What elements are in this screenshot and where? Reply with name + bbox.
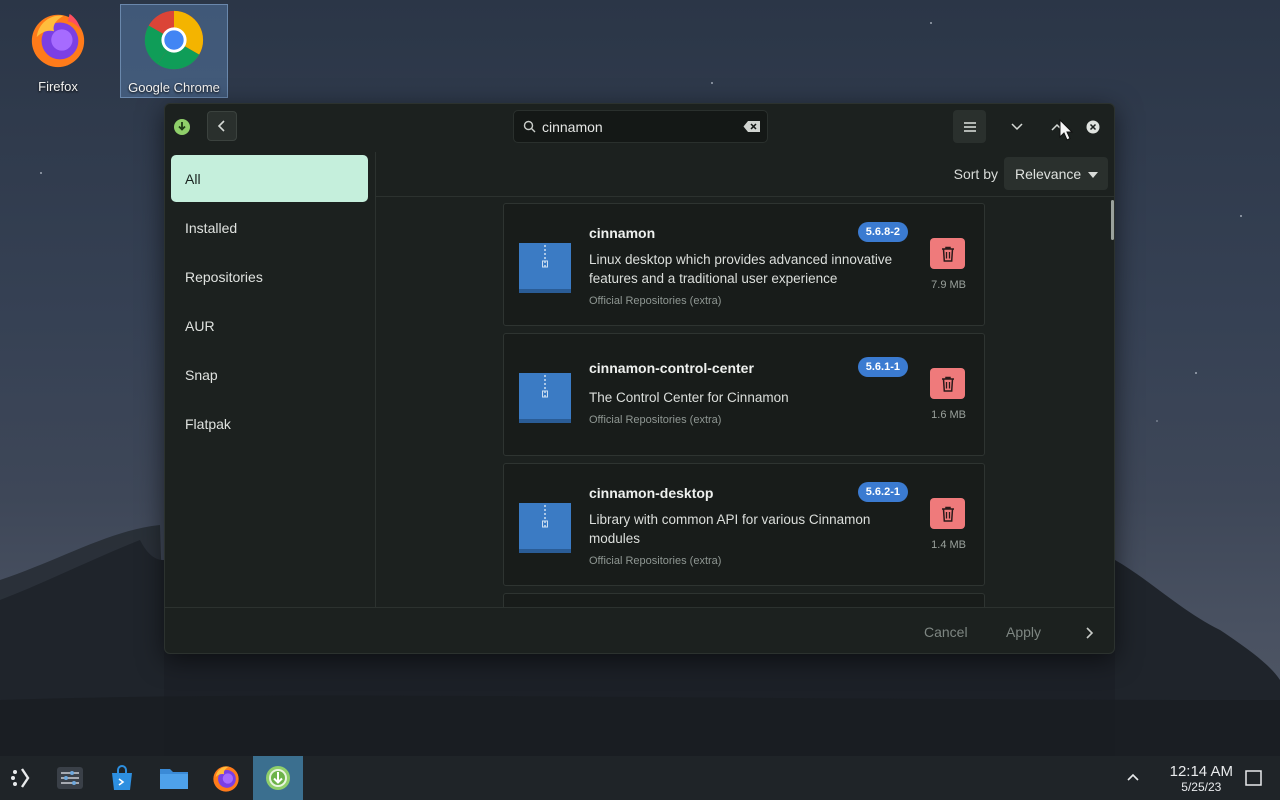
hamburger-menu-button[interactable]: [953, 110, 986, 143]
scrollbar[interactable]: [1111, 200, 1114, 240]
clock[interactable]: 12:14 AM 5/25/23: [1169, 763, 1233, 795]
version-badge: 5.6.1-1: [857, 357, 908, 377]
package-description: Library with common API for various Cinn…: [589, 512, 871, 546]
chevron-left-icon: [217, 120, 225, 132]
sort-value: Relevance: [1015, 166, 1082, 182]
desktop-icon-label: Google Chrome: [128, 80, 220, 95]
package-repo: Official Repositories (extra): [589, 414, 722, 426]
search-input[interactable]: [542, 117, 732, 137]
package-card[interactable]: cinnamon 5.6.8-2 Linux desktop which pro…: [503, 203, 985, 326]
archive-package-icon: [519, 373, 571, 423]
apply-button[interactable]: Apply: [1006, 624, 1041, 640]
mouse-cursor-icon: [1059, 118, 1074, 141]
version-badge: 5.6.2-1: [857, 482, 908, 502]
sidebar-item-label: Flatpak: [185, 416, 231, 432]
sidebar-item-repositories[interactable]: Repositories: [171, 253, 368, 300]
sidebar-item-all[interactable]: All: [171, 155, 368, 202]
taskbar: 12:14 AM 5/25/23: [0, 756, 1280, 800]
app-download-icon: [174, 119, 190, 135]
package-manager-window: All Installed Repositories AUR Snap Flat…: [164, 103, 1115, 654]
trash-icon: [941, 376, 954, 392]
close-button[interactable]: [1083, 117, 1103, 137]
version-badge: 5.6.8-2: [857, 222, 908, 242]
firefox-icon: [31, 13, 85, 68]
clock-date: 5/25/23: [1181, 780, 1222, 794]
package-card[interactable]: [503, 593, 985, 607]
desktop-icon-label: Firefox: [38, 79, 78, 94]
chrome-icon: [144, 10, 204, 70]
sidebar-item-label: All: [185, 171, 201, 187]
sidebar-item-installed[interactable]: Installed: [171, 204, 368, 251]
search-box: [513, 110, 768, 143]
titlebar: [165, 104, 1114, 152]
sidebar-item-label: Installed: [185, 220, 238, 236]
clear-search-icon[interactable]: [743, 120, 761, 133]
sidebar-item-aur[interactable]: AUR: [171, 302, 368, 349]
package-card[interactable]: cinnamon-desktop 5.6.2-1 Library with co…: [503, 463, 985, 586]
cancel-button[interactable]: Cancel: [924, 624, 968, 640]
package-repo: Official Repositories (extra): [589, 555, 722, 567]
desktop-icon-chrome[interactable]: Google Chrome: [120, 4, 228, 98]
action-footer: Cancel Apply: [165, 607, 1114, 653]
sidebar-item-flatpak[interactable]: Flatpak: [171, 400, 368, 447]
remove-button[interactable]: [930, 238, 965, 269]
taskbar-package-manager-button[interactable]: [253, 756, 303, 800]
desktop-icon-firefox[interactable]: Firefox: [4, 4, 112, 98]
hamburger-icon: [963, 121, 976, 132]
sidebar-item-label: AUR: [185, 318, 215, 334]
package-description: Linux desktop which provides advanced in…: [589, 252, 893, 286]
shopping-bag-icon: [112, 765, 132, 790]
package-name: cinnamon-desktop: [589, 485, 714, 501]
tray-expand-icon[interactable]: [1126, 772, 1140, 782]
sidebar: All Installed Repositories AUR Snap Flat…: [165, 152, 376, 607]
sort-label: Sort by: [953, 166, 998, 182]
archive-package-icon: [519, 243, 571, 293]
sidebar-item-snap[interactable]: Snap: [171, 351, 368, 398]
taskbar-firefox-button[interactable]: [206, 760, 246, 796]
firefox-icon: [213, 766, 239, 792]
package-description: The Control Center for Cinnamon: [589, 390, 789, 405]
taskbar-settings-button[interactable]: [50, 760, 90, 796]
app-launcher-button[interactable]: [2, 760, 42, 796]
sidebar-item-label: Snap: [185, 367, 218, 383]
archive-package-icon: [519, 503, 571, 553]
sliders-icon: [57, 767, 83, 789]
sort-bar: Sort by Relevance: [375, 152, 1114, 197]
show-desktop-icon[interactable]: [1245, 770, 1262, 786]
package-name: cinnamon-control-center: [589, 360, 754, 376]
package-name: cinnamon: [589, 225, 656, 241]
package-card[interactable]: cinnamon-control-center 5.6.1-1 The Cont…: [503, 333, 985, 456]
folder-icon: [160, 769, 188, 789]
package-list: cinnamon 5.6.8-2 Linux desktop which pro…: [375, 197, 1114, 607]
trash-icon: [941, 506, 954, 522]
package-size: 1.4 MB: [931, 539, 966, 551]
trash-icon: [941, 246, 954, 262]
search-icon: [523, 120, 536, 133]
remove-button[interactable]: [930, 368, 965, 399]
taskbar-store-button[interactable]: [102, 760, 142, 796]
sidebar-item-label: Repositories: [185, 269, 263, 285]
back-button[interactable]: [207, 111, 237, 141]
clock-time: 12:14 AM: [1169, 763, 1233, 780]
chevron-down-icon: [1011, 123, 1023, 131]
launcher-icon: [11, 768, 30, 788]
package-size: 7.9 MB: [931, 279, 966, 291]
chevron-right-icon[interactable]: [1085, 626, 1095, 640]
dropdown-caret-icon: [1088, 172, 1098, 178]
close-icon: [1086, 120, 1100, 134]
remove-button[interactable]: [930, 498, 965, 529]
package-size: 1.6 MB: [931, 409, 966, 421]
taskbar-files-button[interactable]: [154, 760, 194, 796]
minimize-button[interactable]: [1007, 117, 1027, 137]
sort-dropdown[interactable]: Relevance: [1004, 157, 1108, 190]
package-repo: Official Repositories (extra): [589, 295, 722, 307]
download-icon: [266, 766, 290, 790]
